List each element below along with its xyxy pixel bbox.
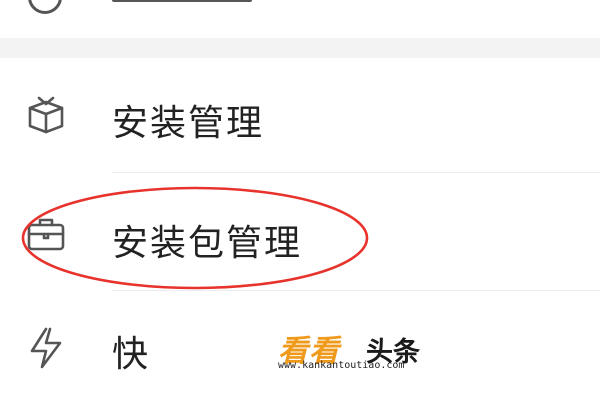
menu-item-install-management[interactable]: 安装管理 [0, 58, 600, 174]
partial-menu-label [112, 0, 252, 2]
menu-item-label: 快 [112, 334, 151, 375]
partial-circle-icon [28, 0, 62, 14]
lightning-icon [24, 325, 68, 369]
divider [112, 172, 600, 173]
watermark-url: www.kankantoutiao.com [278, 360, 405, 371]
previous-menu-card [0, 0, 600, 38]
section-gap [0, 38, 600, 58]
watermark-logo: 看看 头条 www.kankantoutiao.com [274, 326, 474, 376]
settings-screen: 安装管理 安装包管理 快 看看 头条 www.kankantoutiao.com [0, 0, 600, 400]
briefcase-icon [24, 212, 68, 256]
menu-item-package-management[interactable]: 安装包管理 [0, 175, 600, 291]
menu-item-label: 安装管理 [112, 103, 265, 144]
box-icon [24, 92, 68, 136]
divider [112, 290, 600, 291]
menu-item-label: 安装包管理 [112, 223, 303, 264]
